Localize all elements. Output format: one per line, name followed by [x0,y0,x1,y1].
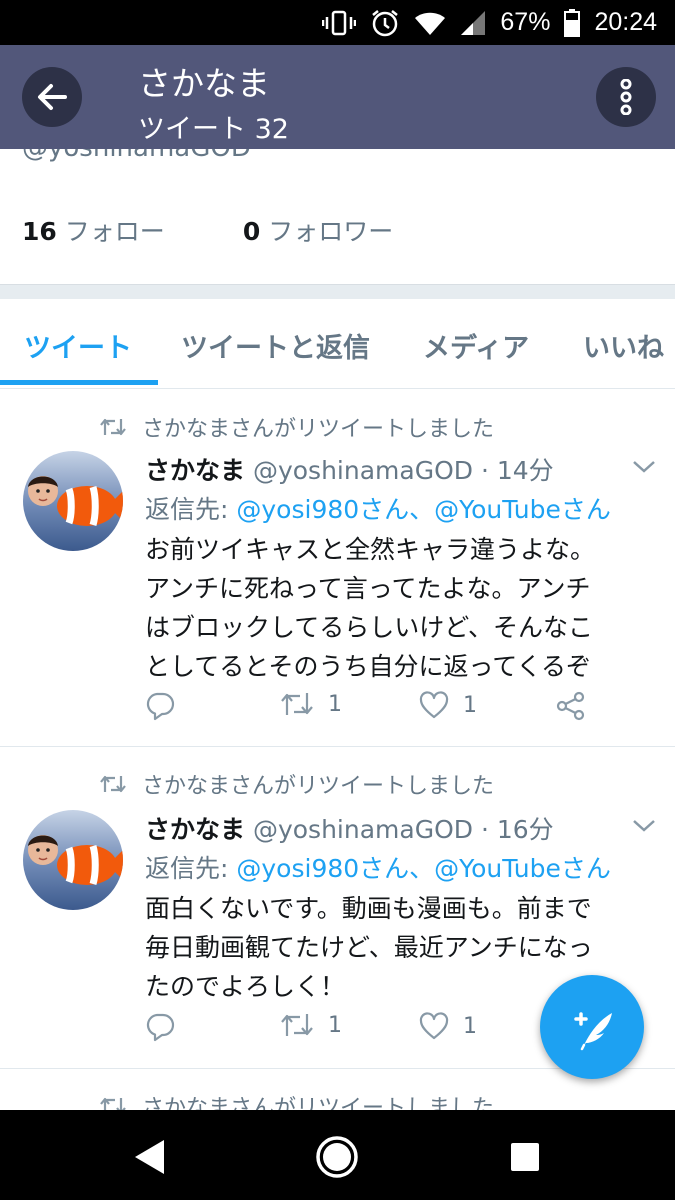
retweet-label: さかなまさんがリツイートしました [142,1096,495,1110]
nav-home-button[interactable] [312,1132,362,1182]
retweet-context: さかなまさんがリツイートしました [100,411,494,443]
reply-icon [146,1013,175,1042]
retweet-small-icon [100,418,126,436]
system-nav-bar [0,1110,675,1200]
like-button[interactable]: 1 [419,1012,477,1040]
tweet-line: はブロックしてるらしいけど、そんなこ [145,613,594,642]
retweet-context: さかなまさんがリツイートしました [100,1090,494,1110]
tweet-author: さかなま @yoshinamaGOD · 16分 [145,810,554,846]
reply-button[interactable] [145,691,175,721]
retweet-small-icon [100,775,126,793]
compose-tweet-button[interactable] [540,975,644,1079]
nav-home-icon [316,1136,358,1178]
tweet-divider [0,746,675,747]
tweet-line: お前ツイキャスと全然キャラ違うよな。 [145,535,596,564]
author-handle-time: @yoshinamaGOD · 16分 [252,815,554,844]
retweet-label: さかなまさんがリツイートしました [142,774,495,799]
tweet-count: ツイート 32 [138,114,289,145]
reply-prefix: 返信先: [145,495,229,524]
share-button[interactable] [556,691,586,721]
retweet-button[interactable]: 1 [280,1012,342,1038]
signal-icon [460,10,486,36]
alarm-icon [370,8,400,38]
chevron-down-icon [633,461,655,473]
retweet-label: さかなまさんがリツイートしました [142,417,495,442]
reply-to: 返信先: @yosi980さん、@YouTubeさん [145,849,611,885]
wifi-icon [414,10,446,36]
back-arrow-icon [38,84,67,110]
vibrate-icon [322,10,357,36]
more-options-button[interactable] [596,67,656,127]
retweet-small-icon [100,1097,126,1110]
author-handle-time: @yoshinamaGOD · 14分 [252,456,554,485]
compose-tweet-icon [574,1012,612,1051]
avatar-image [23,451,123,551]
back-button[interactable] [22,67,82,127]
avatar[interactable] [23,451,123,551]
page-title: さかなま [138,64,270,103]
tweet[interactable]: さかなまさんがリツイートしました さかなま @yoshinamaGOD · 14… [0,389,675,746]
reply-to: 返信先: @yosi980さん、@YouTubeさん [145,490,611,526]
reply-targets[interactable]: @yosi980さん、@YouTubeさん [236,495,610,524]
tweet-menu-button[interactable] [632,459,656,478]
reply-prefix: 返信先: [145,854,229,883]
like-count: 1 [463,692,477,718]
retweet-button[interactable]: 1 [280,691,342,717]
battery-icon [564,8,581,37]
nav-recents-button[interactable] [500,1132,550,1182]
followers-label: フォロワー [268,217,394,246]
followers-count: 0 [242,217,261,246]
heart-icon [419,1012,449,1040]
following-count: 16 [22,217,57,246]
status-bar: 67% 20:24 [0,0,675,45]
tweet-line: 毎日動画観てたけど、最近アンチになっ [145,933,593,962]
like-button[interactable]: 1 [419,691,477,719]
retweet-icon [281,693,313,715]
tweet-line: としてるとそのうち自分に返ってくるぞ [145,652,592,681]
nav-back-button[interactable] [124,1132,174,1182]
heart-icon [419,691,449,719]
tweet-menu-button[interactable] [632,818,656,837]
follow-counts: 16 フォロー 0 フォロワー [22,212,471,248]
reply-targets[interactable]: @yosi980さん、@YouTubeさん [236,854,610,883]
tweet-actions: 1 1 [145,691,645,731]
share-icon [556,691,585,721]
retweet-icon [281,1014,313,1036]
chevron-down-icon [633,820,655,832]
profile-tabs: ツイート ツイートと返信 メディア いいね [0,298,675,389]
like-count: 1 [463,1013,477,1039]
retweet-count: 1 [328,1012,342,1038]
more-vertical-icon [620,79,632,115]
reply-button[interactable] [145,1012,175,1042]
section-divider [0,284,675,299]
retweet-context: さかなまさんがリツイートしました [100,768,494,800]
tweet-text: お前ツイキャスと全然キャラ違うよな。 アンチに死ねって言ってたよな。アンチ はブ… [145,530,655,686]
avatar[interactable] [23,810,123,910]
retweet-count: 1 [328,691,342,717]
followers-link[interactable]: 0 フォロワー [243,212,393,248]
avatar-image [23,810,123,910]
nav-recents-icon [511,1143,539,1171]
tweet-line: アンチに死ねって言ってたよな。アンチ [145,574,591,603]
clock: 20:24 [594,8,657,36]
app-header: さかなま ツイート 32 [0,45,675,149]
author-name[interactable]: さかなま [145,456,245,485]
battery-percent: 67% [500,8,551,36]
active-tab-indicator [0,380,158,385]
tab-tweets[interactable]: ツイート [24,326,132,365]
tweet-author: さかなま @yoshinamaGOD · 14分 [145,451,554,487]
following-link[interactable]: 16 フォロー [22,212,165,248]
nav-back-icon [135,1140,164,1174]
author-name[interactable]: さかなま [145,815,245,844]
following-label: フォロー [64,217,165,246]
tab-likes[interactable]: いいね [583,326,664,365]
tweet-line: 面白くないです。動画も漫画も。前まで [145,894,592,923]
tab-tweets-replies[interactable]: ツイートと返信 [181,326,370,365]
reply-icon [146,692,175,721]
tab-media[interactable]: メディア [423,326,529,365]
